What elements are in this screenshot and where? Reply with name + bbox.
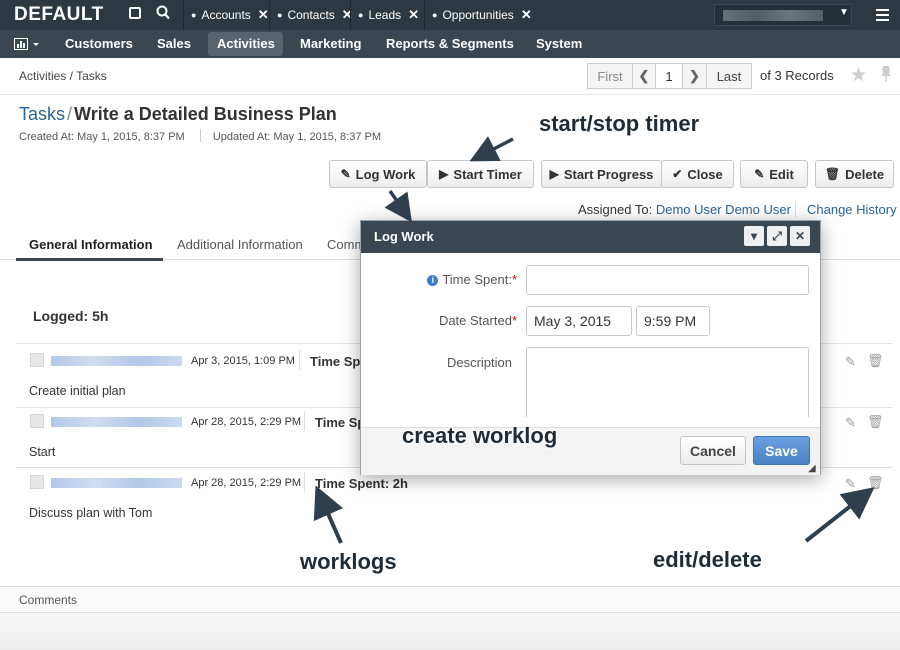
annotation-worklogs: worklogs [300, 549, 397, 574]
arrow-to-timer [469, 136, 514, 162]
arrow-to-edit-delete [804, 487, 875, 543]
annotation-edit-delete: edit/delete [653, 547, 762, 572]
arrow-to-worklogs [313, 485, 344, 544]
annotation-arrows [313, 136, 875, 544]
annotation-start-stop-timer: start/stop timer [539, 111, 700, 136]
annotation-create-worklog: create worklog [402, 423, 558, 448]
arrow-to-log-work [384, 189, 413, 223]
